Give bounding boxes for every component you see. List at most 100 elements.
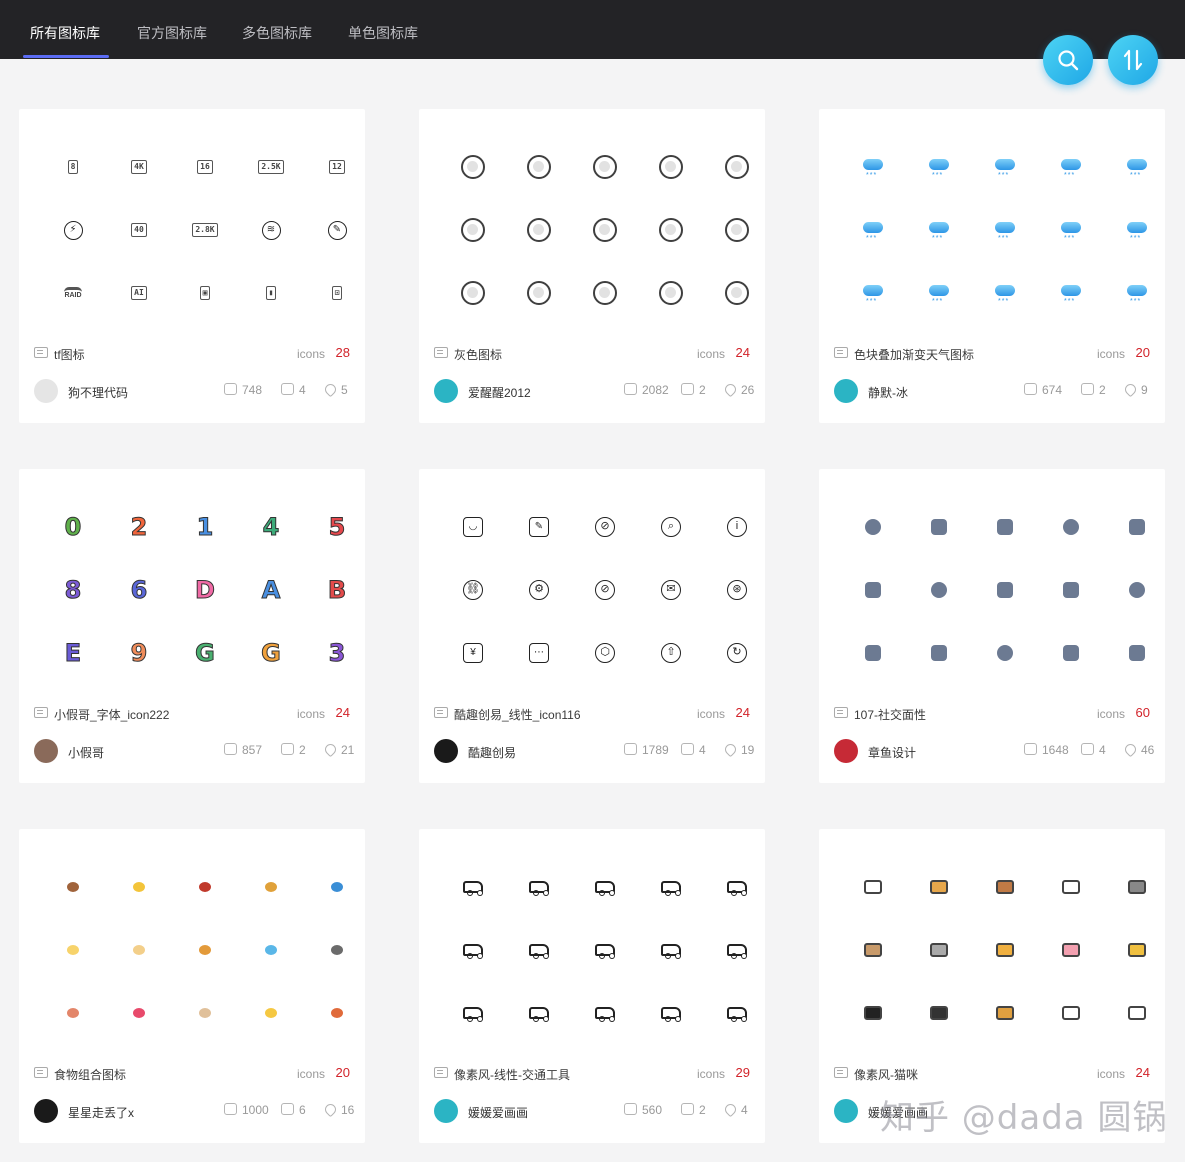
likes-stat[interactable]: 2 bbox=[1081, 383, 1106, 397]
tab-multicolor-libraries[interactable]: 多色图标库 bbox=[242, 0, 312, 59]
heart-icon bbox=[322, 741, 339, 758]
icons-label: icons bbox=[696, 1067, 725, 1081]
heart-icon bbox=[722, 741, 739, 758]
line-icon: ⊘ bbox=[589, 574, 621, 606]
thumb-up-icon bbox=[1081, 383, 1094, 395]
likes-stat[interactable]: 6 bbox=[281, 1103, 306, 1117]
line-icon: ✎ bbox=[523, 511, 555, 543]
library-name[interactable]: 酷趣创易_线性_icon116 bbox=[454, 706, 581, 723]
avatar[interactable] bbox=[34, 739, 58, 763]
avatar[interactable] bbox=[834, 1099, 858, 1123]
avatar[interactable] bbox=[34, 1099, 58, 1123]
library-name[interactable]: 107-社交面性 bbox=[854, 706, 926, 723]
vehicle-icon bbox=[457, 997, 489, 1029]
weather-icon: *** bbox=[1055, 214, 1087, 246]
vehicle-icon bbox=[721, 997, 753, 1029]
letter-glyph-icon: A bbox=[261, 576, 281, 605]
gray-outline-icon bbox=[655, 214, 687, 246]
vehicle-icon bbox=[721, 934, 753, 966]
tab-all-libraries[interactable]: 所有图标库 bbox=[30, 0, 100, 59]
social-icon bbox=[1121, 574, 1153, 606]
vehicle-icon bbox=[523, 997, 555, 1029]
author-name[interactable]: 小假哥 bbox=[68, 744, 104, 761]
avatar[interactable] bbox=[34, 379, 58, 403]
library-meta: 小假哥_字体_icon222 icons 24 bbox=[34, 704, 350, 722]
favorites-stat[interactable]: 26 bbox=[722, 381, 754, 398]
library-icon bbox=[34, 707, 48, 718]
thumb-up-icon bbox=[681, 383, 694, 395]
favorites-stat[interactable]: 4 bbox=[722, 1101, 748, 1118]
likes-stat[interactable]: 4 bbox=[1081, 743, 1106, 757]
line-icon: ◡ bbox=[457, 511, 489, 543]
avatar[interactable] bbox=[434, 739, 458, 763]
sort-button[interactable] bbox=[1108, 35, 1158, 85]
letter-glyph-icon: 9 bbox=[130, 639, 148, 668]
author-name[interactable]: 星星走丢了x bbox=[68, 1104, 134, 1121]
letter-glyph-icon: D bbox=[195, 576, 216, 605]
heart-icon bbox=[1122, 381, 1139, 398]
icons-label: icons bbox=[696, 347, 725, 361]
cat-icon bbox=[857, 934, 889, 966]
likes-stat[interactable]: 2 bbox=[681, 383, 706, 397]
likes-stat[interactable]: 4 bbox=[281, 383, 306, 397]
favorites-stat[interactable]: 19 bbox=[722, 741, 754, 758]
format-badge-icon: 4K bbox=[123, 151, 155, 183]
icon-library-card[interactable]: ◡ ✎ ⊘ ⌕ i ⛓ ⚙ ⊘ ✉ ⊛ ¥ ⋯ ⬡ ⇧ ↻ 酷趣创易_线性_icon116 icons 24 酷趣创… bbox=[419, 469, 765, 783]
icon-preview-grid: 0 2 1 4 5 8 6 D A B E 9 G G 3 bbox=[27, 486, 357, 676]
avatar[interactable] bbox=[434, 1099, 458, 1123]
author-name[interactable]: 章鱼设计 bbox=[868, 744, 916, 761]
letter-glyph-icon: E bbox=[64, 639, 82, 668]
likes-stat[interactable]: 2 bbox=[281, 743, 306, 757]
tab-official-libraries[interactable]: 官方图标库 bbox=[137, 0, 207, 59]
heart-icon bbox=[1122, 741, 1139, 758]
author-name[interactable]: 酷趣创易 bbox=[468, 744, 516, 761]
icon-library-card[interactable]: 0 2 1 4 5 8 6 D A B E 9 G G 3 小假哥_字体_icon222 icons 24 小假哥 8… bbox=[19, 469, 365, 783]
favorites-stat[interactable]: 5 bbox=[322, 381, 348, 398]
weather-icon: *** bbox=[1055, 151, 1087, 183]
avatar[interactable] bbox=[834, 379, 858, 403]
author-name[interactable]: 狗不理代码 bbox=[68, 384, 128, 401]
icon-library-card[interactable]: *** *** *** *** *** *** *** *** *** *** *** *** *** *… bbox=[819, 109, 1165, 423]
weather-icon: *** bbox=[1121, 151, 1153, 183]
food-icon bbox=[123, 871, 155, 903]
library-name[interactable]: 小假哥_字体_icon222 bbox=[54, 706, 169, 723]
icon-library-card[interactable]: 食物组合图标 icons 20 星星走丢了x 1000 6 16 bbox=[19, 829, 365, 1143]
favorites-stat[interactable]: 9 bbox=[1122, 381, 1148, 398]
favorites-stat[interactable]: 21 bbox=[322, 741, 354, 758]
library-name[interactable]: 色块叠加渐变天气图标 bbox=[854, 346, 974, 363]
thumb-up-icon bbox=[281, 1103, 294, 1115]
author-name[interactable]: 静默-冰 bbox=[868, 384, 908, 401]
library-name[interactable]: 灰色图标 bbox=[454, 346, 502, 363]
vehicle-icon bbox=[655, 871, 687, 903]
users-icon bbox=[624, 1103, 637, 1115]
author-name[interactable]: 媛媛爱画画 bbox=[468, 1104, 528, 1121]
weather-icon: *** bbox=[1121, 277, 1153, 309]
views-stat: 1000 bbox=[224, 1103, 269, 1117]
author-row: 星星走丢了x 1000 6 16 bbox=[34, 1098, 354, 1123]
likes-stat[interactable]: 4 bbox=[681, 743, 706, 757]
favorites-stat[interactable]: 16 bbox=[322, 1101, 354, 1118]
avatar[interactable] bbox=[834, 739, 858, 763]
icon-library-card[interactable]: 107-社交面性 icons 60 章鱼设计 1648 4 46 bbox=[819, 469, 1165, 783]
library-name[interactable]: 食物组合图标 bbox=[54, 1066, 126, 1083]
icon-library-card[interactable]: 像素风-线性-交通工具 icons 29 媛媛爱画画 560 2 4 bbox=[419, 829, 765, 1143]
search-button[interactable] bbox=[1043, 35, 1093, 85]
icon-library-card[interactable]: 8 4K 16 2.5K 12 ⚡ 40 2.8K ≋ ✎ RAID AI ▣ ▮ ⊡ tf图标 icons 28… bbox=[19, 109, 365, 423]
library-name[interactable]: 像素风-猫咪 bbox=[854, 1066, 918, 1083]
library-name[interactable]: 像素风-线性-交通工具 bbox=[454, 1066, 570, 1083]
avatar[interactable] bbox=[434, 379, 458, 403]
icon-count: 24 bbox=[735, 345, 750, 360]
food-icon bbox=[57, 871, 89, 903]
thumb-icon: ✎ bbox=[321, 214, 353, 246]
tab-monochrome-libraries[interactable]: 单色图标库 bbox=[348, 0, 418, 59]
icons-label: icons bbox=[1096, 1067, 1125, 1081]
line-icon: ⌕ bbox=[655, 511, 687, 543]
gray-outline-icon bbox=[589, 277, 621, 309]
library-name[interactable]: tf图标 bbox=[54, 346, 85, 363]
favorites-stat[interactable]: 46 bbox=[1122, 741, 1154, 758]
icon-library-card[interactable]: 灰色图标 icons 24 爱醒醒2012 2082 2 26 bbox=[419, 109, 765, 423]
gray-outline-icon bbox=[655, 151, 687, 183]
letter-glyph-icon: 5 bbox=[328, 513, 346, 542]
likes-stat[interactable]: 2 bbox=[681, 1103, 706, 1117]
author-name[interactable]: 爱醒醒2012 bbox=[468, 384, 531, 401]
